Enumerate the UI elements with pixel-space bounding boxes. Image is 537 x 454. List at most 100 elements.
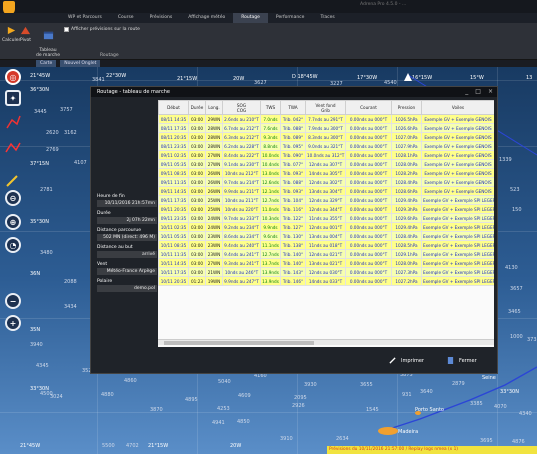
table-cell: 26WN [205,177,223,187]
tab-nouvel-onglet[interactable]: Nouvel Onglet [60,60,101,67]
menu-traces[interactable]: Traces [312,13,342,23]
chart-glyph: ✦ [9,93,17,103]
table-cell: 1028.4hPa [391,177,422,187]
menu-wp-parcours[interactable]: WP et Parcours [60,13,110,23]
menu-routage[interactable]: Routage [233,13,268,23]
pivot-button[interactable]: Pivot [20,25,31,43]
maximize-button[interactable]: □ [475,88,481,95]
column-header[interactable]: TWS [260,100,281,115]
table-cell: 08/11 14:35 [158,114,189,124]
menu-affichage-meteo[interactable]: Affichage météo [180,13,233,23]
table-row[interactable]: 08/11 20:35 03:00 28WN 6.3nds au 212°T 9.3nd… [158,132,494,142]
column-header[interactable]: Durée [188,100,206,115]
layers-glyph [5,142,21,153]
table-cell: 28WN [205,141,223,151]
distance-parcourue-value: 502 MN (direct: 496 M) [97,234,157,241]
table-cell: Exemple GV + Exemple GENOIS [421,123,494,133]
dialog-title-bar[interactable]: Routage - tableau de marche _ □ × [91,87,497,97]
table-cell: 03:00 [188,123,206,133]
layers-icon[interactable] [5,139,21,155]
table-cell: 11.1nds [260,240,281,250]
imprimer-button[interactable]: Imprimer [389,357,424,364]
table-cell: 14nds au 033°T [305,276,346,286]
zoom-out-icon[interactable]: − [5,293,21,309]
vent-value: Météo-France Arpège [97,268,157,275]
tableau-de-marche-button[interactable]: Tableau de marche [36,25,60,58]
table-cell: 9.9nds au 211°T [222,186,261,196]
lifebuoy-icon[interactable]: ◎ [5,69,21,85]
table-cell: Exemple GV + Exemple GENOIS [421,159,494,169]
table-cell: 7.0nds [260,114,281,124]
menu-bar: WP et Parcours Course Prévisions Afficha… [0,13,537,23]
wrench-icon[interactable] [5,172,21,188]
lifebuoy-glyph: ◎ [9,72,17,82]
door-icon [447,357,454,364]
table-row[interactable]: 08/11 23:35 03:00 28WN 6.2nds au 228°T 8.8nd… [158,141,494,151]
table-cell: 1028.2hPa [391,168,422,178]
table-cell: 12nds au 021°T [305,249,346,259]
compass-icon[interactable]: ⊖ [5,190,21,206]
table-row[interactable]: 09/11 02:35 03:00 27WN 8.4nds au 222°T 10.0n… [158,150,494,160]
table-cell: 10nds au 212°T [222,168,261,178]
tab-carte[interactable]: Carte [36,60,57,67]
table-row[interactable]: 09/11 20:35 03:00 25WN 10nds au 220°T 11.0nd… [158,204,494,214]
column-header[interactable]: Vent fond Grib [305,100,346,115]
column-header[interactable]: SOG COG [222,100,261,115]
table-cell: 12nds au 344°T [305,204,346,214]
table-row[interactable]: 10/11 08:35 03:00 23WN 9.4nds au 240°T 11.1n… [158,240,494,250]
fermer-button[interactable]: Fermer [447,357,477,364]
table-row[interactable]: 09/11 05:35 03:00 27WN 9.1nds au 230°T 10.4n… [158,159,494,169]
table-cell: 09/11 08:35 [158,168,189,178]
menu-performance[interactable]: Performance [268,13,313,23]
column-header[interactable]: Pression [391,100,422,115]
table-row[interactable]: 09/11 14:35 03:00 26WN 9.9nds au 211°T 12.1n… [158,186,494,196]
afficher-previsions-checkbox[interactable]: Afficher prévisions sur la route [64,27,140,32]
table-cell: 9.9nds [260,222,281,232]
gauge-icon[interactable]: ◔ [5,237,21,253]
zoom-in-icon[interactable]: + [5,315,21,331]
menu-previsions[interactable]: Prévisions [142,13,181,23]
table-cell: 25WN [205,204,223,214]
route-table-container[interactable]: Début Durée Long. SOG COG TWS TWA Vent fond Gr… [158,100,494,347]
close-button[interactable]: × [488,88,493,95]
table-cell: Exemple GV + Exemple SPI LEGER [421,276,494,286]
table-row[interactable]: 09/11 11:35 03:00 26WN 9.7nds au 214°T 12.6n… [158,177,494,187]
horizontal-scrollbar[interactable] [158,339,494,345]
table-row[interactable]: 10/11 11:35 03:00 23WN 9.4nds au 241°T 12.7n… [158,249,494,259]
table-cell: 27WN [205,159,223,169]
table-row[interactable]: 10/11 14:35 03:00 27WN 9.3nds au 241°T 13.7n… [158,258,494,268]
column-header[interactable]: TWA [280,100,306,115]
heure-de-fin-value: 10/11/2016 21h:57mn [97,200,157,207]
table-row[interactable]: 10/11 02:35 03:00 24WN 9.2nds au 234°T 9.9nd… [158,222,494,232]
column-header[interactable]: Voiles [421,100,494,115]
calculer-button[interactable]: Calculer [2,25,20,43]
scrollbar-thumb[interactable] [164,341,314,345]
table-row[interactable]: 09/11 23:35 03:00 24WN 9.7nds au 233°T 10.3n… [158,213,494,223]
table-cell: Exemple GV + Exemple GENOIS [421,186,494,196]
table-row[interactable]: 10/11 17:35 03:00 21WN 10nds au 246°T 13.9nd… [158,267,494,277]
table-row[interactable]: 08/11 17:35 03:00 28WN 6.7nds au 212°T 7.6nd… [158,123,494,133]
route-icon[interactable] [5,114,21,130]
table-cell: 1029.4hPa [391,195,422,205]
table-cell: 09/11 11:35 [158,177,189,187]
table-cell: 1026.5hPa [391,114,422,124]
table-row[interactable]: 10/11 05:35 03:00 23WN 8.6nds au 234°T 9.6nd… [158,231,494,241]
table-cell: 10/11 20:35 [158,276,189,286]
menu-course[interactable]: Course [110,13,142,23]
table-cell: 13nds au 004°T [305,231,346,241]
column-header[interactable]: Courant [345,100,392,115]
column-header[interactable]: Début [158,100,189,115]
table-row[interactable]: 09/11 08:35 03:00 26WN 10nds au 212°T 13.0nd… [158,168,494,178]
table-cell: 0.00nds au 000°T [345,204,392,214]
chart-icon[interactable]: ✦ [5,90,21,106]
table-row[interactable]: 08/11 14:35 03:00 29WN 2.6nds au 210°T 7.0nd… [158,114,494,124]
ribbon: Calculer Pivot Tableau de marche Affiche… [0,23,537,60]
table-cell: Trib. 090° [280,150,306,160]
table-row[interactable]: 10/11 20:35 01:23 19WN 9.9nds au 247°T 13.9n… [158,276,494,286]
table-row[interactable]: 09/11 17:35 03:00 25WN 10nds au 211°T 12.7nd… [158,195,494,205]
column-header[interactable]: Long. [205,100,223,115]
gauge-glyph: ◔ [9,240,17,250]
target-icon[interactable]: ⊕ [5,214,21,230]
checkbox-box[interactable] [64,27,69,32]
minimize-button[interactable]: _ [465,88,468,95]
